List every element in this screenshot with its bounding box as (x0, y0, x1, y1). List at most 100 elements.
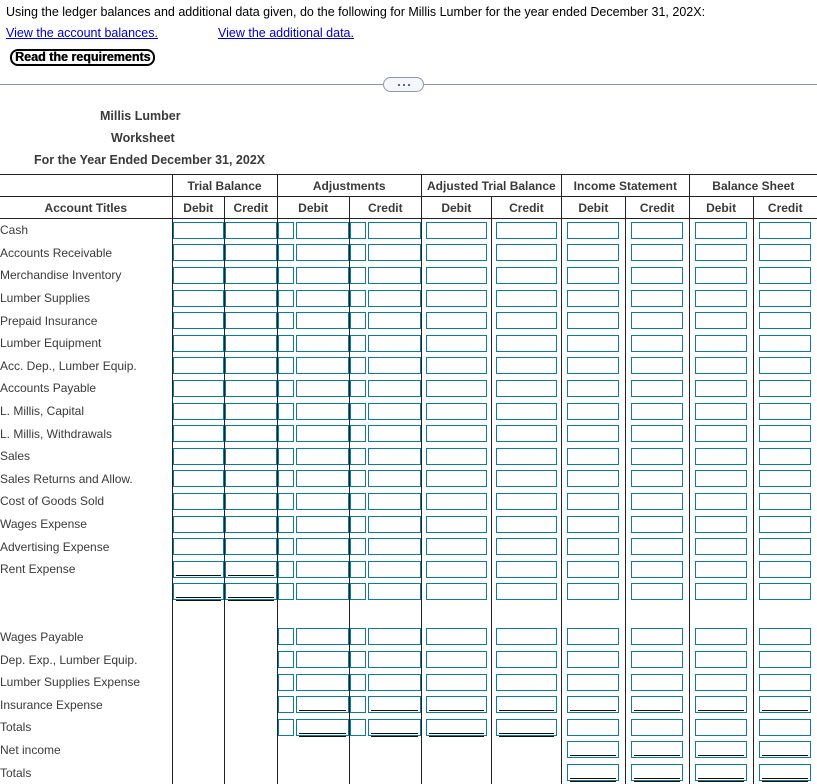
adj-debit-r7-input[interactable] (296, 379, 349, 397)
atb-debit-r21-input[interactable] (425, 696, 487, 714)
adj-credit-r16-key-input[interactable] (349, 583, 367, 601)
is-credit-r21-input[interactable] (631, 696, 684, 714)
bs-credit-r16-input[interactable] (759, 583, 812, 601)
adj-credit-r6-input[interactable] (368, 357, 421, 375)
is-debit-r18-input[interactable] (567, 628, 620, 646)
atb-debit-r10-input[interactable] (425, 447, 487, 465)
adj-credit-r14-input[interactable] (368, 538, 421, 556)
adj-debit-r11-key-input[interactable] (277, 470, 295, 488)
atb-credit-r10-input[interactable] (495, 447, 557, 465)
adj-credit-r10-input[interactable] (368, 447, 421, 465)
is-debit-r11-input[interactable] (567, 470, 620, 488)
bs-credit-r2-input[interactable] (759, 266, 812, 284)
tb-debit-r6-input[interactable] (172, 357, 225, 375)
atb-credit-r18-input[interactable] (495, 628, 557, 646)
tb-debit-r13-input[interactable] (172, 515, 225, 533)
adj-credit-r19-input[interactable] (368, 651, 421, 669)
bs-credit-r23-input[interactable] (759, 741, 812, 759)
tb-debit-r16-input[interactable] (172, 583, 225, 602)
bs-credit-r19-input[interactable] (759, 651, 812, 669)
is-debit-r8-input[interactable] (567, 402, 620, 420)
adj-debit-r19-input[interactable] (296, 651, 349, 669)
adj-credit-r20-input[interactable] (368, 673, 421, 691)
read-the-requirements-link[interactable]: Read the requirements (10, 49, 156, 66)
bs-debit-r0-input[interactable] (695, 221, 748, 239)
bs-debit-r7-input[interactable] (695, 379, 748, 397)
bs-debit-r6-input[interactable] (695, 357, 748, 375)
bs-debit-r16-input[interactable] (695, 583, 748, 601)
adj-credit-r22-input[interactable] (368, 718, 421, 737)
is-debit-r7-input[interactable] (567, 379, 620, 397)
tb-credit-r15-input[interactable] (225, 560, 277, 578)
atb-credit-r5-input[interactable] (495, 334, 557, 352)
is-credit-r12-input[interactable] (631, 492, 684, 510)
tb-debit-r0-input[interactable] (172, 221, 225, 239)
atb-credit-r9-input[interactable] (495, 425, 557, 443)
adj-debit-r12-input[interactable] (296, 492, 349, 510)
atb-debit-r4-input[interactable] (425, 312, 487, 330)
adj-debit-r12-key-input[interactable] (277, 492, 295, 510)
is-debit-r14-input[interactable] (567, 538, 620, 556)
is-credit-r19-input[interactable] (631, 651, 684, 669)
bs-credit-r13-input[interactable] (759, 515, 812, 533)
tb-credit-r6-input[interactable] (225, 357, 277, 375)
atb-credit-r6-input[interactable] (495, 357, 557, 375)
adj-credit-r2-key-input[interactable] (349, 266, 367, 284)
tb-credit-r10-input[interactable] (225, 447, 277, 465)
is-credit-r10-input[interactable] (631, 447, 684, 465)
is-debit-r5-input[interactable] (567, 334, 620, 352)
is-debit-r23-input[interactable] (567, 741, 620, 759)
bs-debit-r1-input[interactable] (695, 244, 748, 262)
adj-credit-r4-key-input[interactable] (349, 312, 367, 330)
adj-credit-r15-input[interactable] (368, 560, 421, 578)
bs-credit-r6-input[interactable] (759, 357, 812, 375)
is-debit-r24-input[interactable] (567, 764, 620, 783)
tb-debit-r14-input[interactable] (172, 538, 225, 556)
atb-debit-r19-input[interactable] (425, 651, 487, 669)
atb-credit-r13-input[interactable] (495, 515, 557, 533)
atb-credit-r2-input[interactable] (495, 266, 557, 284)
bs-credit-r22-input[interactable] (759, 718, 812, 736)
adj-debit-r4-key-input[interactable] (277, 312, 295, 330)
view-additional-data-link[interactable]: View the additional data. (218, 26, 354, 40)
bs-debit-r2-input[interactable] (695, 266, 748, 284)
tb-debit-r1-input[interactable] (172, 244, 225, 262)
atb-credit-r7-input[interactable] (495, 379, 557, 397)
is-credit-r20-input[interactable] (631, 673, 684, 691)
adj-credit-r18-key-input[interactable] (349, 628, 367, 646)
adj-debit-r1-key-input[interactable] (277, 244, 295, 262)
is-debit-r6-input[interactable] (567, 357, 620, 375)
bs-debit-r12-input[interactable] (695, 492, 748, 510)
adj-debit-r0-input[interactable] (296, 221, 349, 239)
atb-debit-r11-input[interactable] (425, 470, 487, 488)
is-debit-r1-input[interactable] (567, 244, 620, 262)
is-credit-r11-input[interactable] (631, 470, 684, 488)
adj-debit-r21-key-input[interactable] (277, 696, 295, 714)
adj-credit-r14-key-input[interactable] (349, 538, 367, 556)
adj-debit-r5-input[interactable] (296, 334, 349, 352)
adj-credit-r21-input[interactable] (368, 696, 421, 714)
atb-credit-r22-input[interactable] (495, 718, 557, 737)
adj-credit-r7-key-input[interactable] (349, 379, 367, 397)
adj-debit-r18-input[interactable] (296, 628, 349, 646)
adj-debit-r15-key-input[interactable] (277, 560, 295, 578)
tb-credit-r1-input[interactable] (225, 244, 277, 262)
tb-debit-r5-input[interactable] (172, 334, 225, 352)
adj-credit-r4-input[interactable] (368, 312, 421, 330)
atb-debit-r0-input[interactable] (425, 221, 487, 239)
is-debit-r0-input[interactable] (567, 221, 620, 239)
tb-debit-r12-input[interactable] (172, 492, 225, 510)
atb-debit-r1-input[interactable] (425, 244, 487, 262)
is-credit-r15-input[interactable] (631, 560, 684, 578)
is-debit-r4-input[interactable] (567, 312, 620, 330)
adj-debit-r22-key-input[interactable] (277, 718, 295, 736)
atb-credit-r11-input[interactable] (495, 470, 557, 488)
bs-debit-r5-input[interactable] (695, 334, 748, 352)
tb-credit-r12-input[interactable] (225, 492, 277, 510)
bs-debit-r14-input[interactable] (695, 538, 748, 556)
atb-credit-r20-input[interactable] (495, 673, 557, 691)
adj-debit-r10-input[interactable] (296, 447, 349, 465)
adj-credit-r9-input[interactable] (368, 425, 421, 443)
is-credit-r9-input[interactable] (631, 425, 684, 443)
atb-debit-r20-input[interactable] (425, 673, 487, 691)
